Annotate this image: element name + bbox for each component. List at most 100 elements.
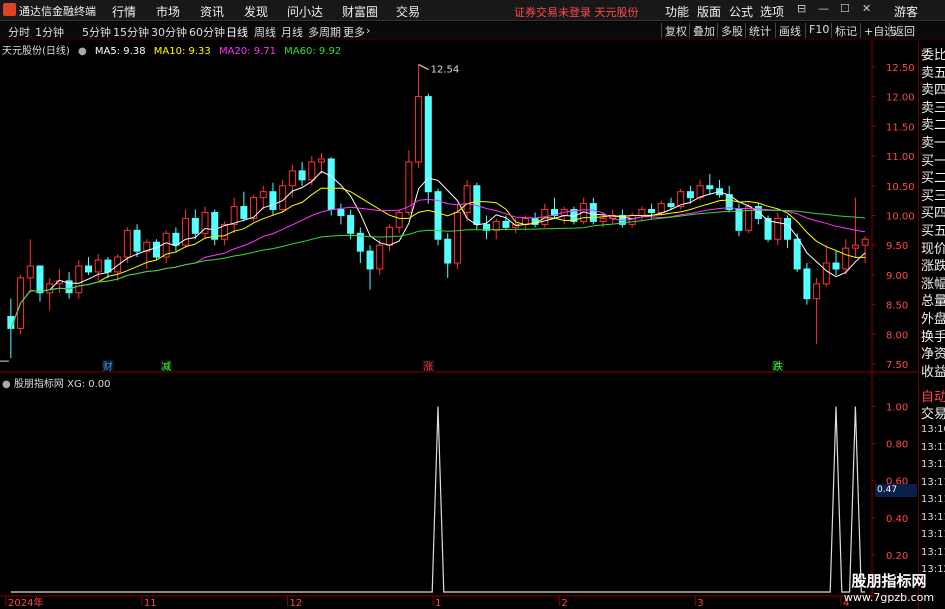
- candle-body[interactable]: [444, 238, 452, 264]
- candle-body[interactable]: [735, 209, 743, 231]
- period-15min[interactable]: 15分钟: [113, 24, 149, 40]
- candle-body[interactable]: [783, 217, 791, 240]
- candle-body[interactable]: [26, 265, 34, 279]
- period-fenshi[interactable]: 分时: [8, 24, 30, 40]
- btn-tongji[interactable]: 统计: [745, 23, 771, 38]
- menu-wenxiaoda[interactable]: 问小达: [287, 3, 323, 20]
- candle-body[interactable]: [521, 217, 529, 225]
- period-1min[interactable]: 1分钟: [35, 24, 64, 40]
- period-daily[interactable]: 日线: [226, 24, 248, 40]
- candle-body[interactable]: [648, 209, 656, 214]
- candle-body[interactable]: [832, 262, 840, 270]
- candle-body[interactable]: [152, 241, 160, 258]
- candle-body[interactable]: [230, 206, 238, 225]
- candle-body[interactable]: [599, 217, 607, 222]
- candle-body[interactable]: [104, 259, 112, 273]
- period-60min[interactable]: 60分钟: [189, 24, 225, 40]
- candle-body[interactable]: [366, 250, 374, 270]
- btn-diejia[interactable]: 叠加: [689, 23, 715, 38]
- tick-time: 13:11: [921, 476, 945, 488]
- candle-body[interactable]: [502, 220, 510, 228]
- candle-body[interactable]: [395, 212, 403, 228]
- btn-biaoji[interactable]: 标记: [831, 23, 857, 38]
- maximize-icon[interactable]: ☐: [840, 2, 850, 15]
- menu-hangqing[interactable]: 行情: [112, 3, 136, 20]
- candle-body[interactable]: [686, 191, 694, 199]
- candle-body[interactable]: [94, 259, 102, 273]
- candle-body[interactable]: [434, 191, 442, 240]
- period-monthly[interactable]: 月线: [281, 24, 303, 40]
- candle-body[interactable]: [191, 217, 199, 234]
- indicator-settings-icon[interactable]: ●: [2, 379, 11, 390]
- candle-body[interactable]: [861, 238, 869, 246]
- candle-body[interactable]: [376, 244, 384, 270]
- candle-body[interactable]: [172, 232, 180, 246]
- candle-body[interactable]: [589, 203, 597, 222]
- menu-xuanxiang[interactable]: 选项: [760, 3, 784, 20]
- menu-caifuquan[interactable]: 财富圈: [342, 3, 378, 20]
- menu-shichang[interactable]: 市场: [156, 3, 180, 20]
- btn-fuquan[interactable]: 复权: [661, 23, 687, 38]
- candle-body[interactable]: [415, 96, 423, 163]
- close-icon[interactable]: ✕: [862, 2, 871, 15]
- candle-body[interactable]: [638, 209, 646, 216]
- menu-gongshi[interactable]: 公式: [729, 3, 753, 20]
- period-multi[interactable]: 多周期: [308, 24, 341, 40]
- settings-circle-icon[interactable]: ●: [78, 46, 87, 57]
- candle-body[interactable]: [123, 229, 131, 258]
- candle-body[interactable]: [36, 265, 44, 294]
- candle-body[interactable]: [842, 247, 850, 270]
- candle-body[interactable]: [279, 185, 287, 211]
- candle-body[interactable]: [85, 265, 93, 273]
- stock-label[interactable]: 天元股份(日线): [2, 46, 70, 57]
- candle-body[interactable]: [133, 229, 141, 252]
- btn-f10[interactable]: F10: [805, 23, 829, 38]
- candle-body[interactable]: [453, 212, 461, 264]
- window-float-icon[interactable]: ⊟: [797, 2, 806, 15]
- candle-body[interactable]: [463, 185, 471, 213]
- candle-body[interactable]: [851, 244, 859, 249]
- candle-body[interactable]: [813, 283, 821, 300]
- candle-body[interactable]: [259, 191, 267, 199]
- candle-body[interactable]: [211, 212, 219, 240]
- chevron-right-icon[interactable]: ›: [366, 24, 370, 37]
- candle-body[interactable]: [240, 206, 248, 219]
- candle-body[interactable]: [337, 209, 345, 216]
- candle-body[interactable]: [298, 170, 306, 181]
- candle-body[interactable]: [75, 265, 83, 294]
- candle-body[interactable]: [317, 158, 326, 163]
- guest-label[interactable]: 游客: [894, 3, 918, 20]
- candle-body[interactable]: [774, 217, 782, 240]
- candle-body[interactable]: [667, 203, 675, 208]
- menu-gongneng[interactable]: 功能: [665, 3, 689, 20]
- period-weekly[interactable]: 周线: [254, 24, 276, 40]
- menu-zixun[interactable]: 资讯: [200, 3, 224, 20]
- period-30min[interactable]: 30分钟: [151, 24, 187, 40]
- btn-huaxian[interactable]: 画线: [775, 23, 801, 38]
- period-more[interactable]: 更多: [343, 24, 365, 40]
- menu-jiaoyi[interactable]: 交易: [396, 3, 420, 20]
- candle-body[interactable]: [706, 185, 714, 190]
- candle-body[interactable]: [269, 191, 277, 211]
- btn-duogu[interactable]: 多股: [717, 23, 743, 38]
- candle-body[interactable]: [822, 262, 830, 285]
- login-warning: 证券交易未登录 天元股份: [514, 6, 639, 19]
- minimize-icon[interactable]: —: [818, 2, 829, 15]
- candle-body[interactable]: [308, 161, 316, 181]
- candle-body[interactable]: [657, 203, 665, 213]
- candle-body[interactable]: [492, 220, 500, 231]
- chart-canvas[interactable]: 12.5012.0011.5011.0010.5010.009.509.008.…: [0, 0, 945, 609]
- candle-body[interactable]: [424, 96, 432, 193]
- menu-banmian[interactable]: 版面: [697, 3, 721, 20]
- indicator-title[interactable]: 股朋指标网: [14, 379, 64, 390]
- candle-body[interactable]: [793, 238, 801, 270]
- side-tab[interactable]: 交易: [921, 403, 945, 422]
- period-5min[interactable]: 5分钟: [82, 24, 111, 40]
- candle-body[interactable]: [114, 256, 122, 273]
- candle-body[interactable]: [327, 158, 335, 211]
- btn-back[interactable]: 返回: [889, 23, 915, 38]
- menu-faxian[interactable]: 发现: [244, 3, 268, 20]
- candle-body[interactable]: [347, 214, 355, 234]
- candle-body[interactable]: [803, 268, 811, 300]
- candle-body[interactable]: [288, 170, 296, 187]
